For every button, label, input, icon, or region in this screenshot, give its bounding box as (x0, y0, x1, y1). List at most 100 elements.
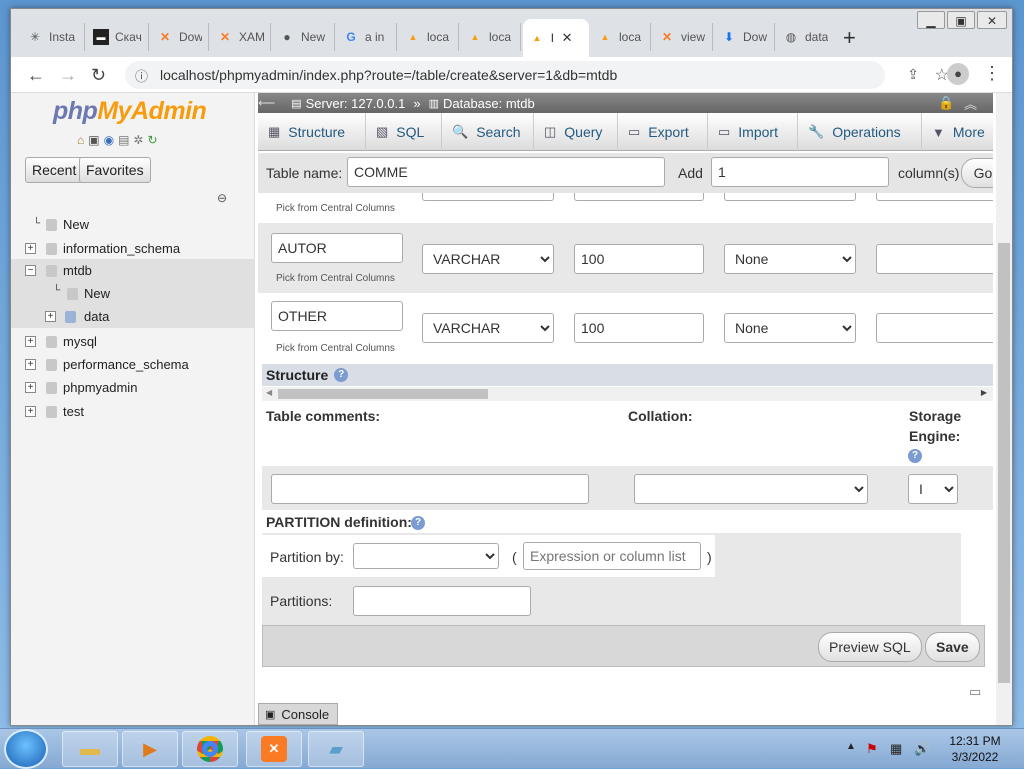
tree-item-mysql[interactable]: + mysql (11, 330, 255, 353)
add-columns-input[interactable] (711, 157, 889, 187)
column-length-input[interactable] (574, 244, 704, 274)
expand-icon[interactable]: + (25, 359, 36, 370)
reload-icon[interactable]: ↻ (147, 133, 157, 147)
tree-item-mtdb[interactable]: − mtdb (11, 259, 255, 282)
tab-query[interactable]: ◫ Query (534, 113, 618, 151)
tree-item-performance-schema[interactable]: + performance_schema (11, 353, 255, 376)
show-hidden-icons[interactable]: ▲ (846, 741, 856, 752)
explorer-taskbar-button[interactable]: ▬ (62, 731, 118, 767)
expand-icon[interactable]: + (25, 243, 36, 254)
browser-tab[interactable]: ● New (273, 23, 335, 51)
expand-icon[interactable]: + (25, 382, 36, 393)
browser-tab[interactable]: ▲ loca (461, 23, 521, 51)
partition-by-select[interactable] (353, 543, 499, 569)
browser-tab[interactable]: ✳ Insta (21, 23, 85, 51)
lock-icon[interactable]: 🔒 (938, 95, 954, 111)
chrome-taskbar-button[interactable] (182, 731, 238, 767)
system-clock[interactable]: 12:31 PM 3/3/2022 (940, 733, 1010, 765)
console-toggle[interactable]: ▣ Console (258, 703, 338, 725)
tab-export[interactable]: ▭ Export (618, 113, 708, 151)
browser-tab[interactable]: ▲ loca (591, 23, 651, 51)
column-collation-select[interactable] (876, 244, 993, 274)
column-default-select[interactable]: None (724, 313, 856, 343)
collapse-nav-icon[interactable]: ⟵ (258, 96, 275, 110)
forward-icon[interactable]: → (59, 65, 77, 86)
scroll-left-icon[interactable]: ◀ (266, 388, 272, 397)
help-icon[interactable]: ? (334, 368, 349, 382)
column-type-select[interactable]: VARCHAR (422, 313, 554, 343)
column-collation-select[interactable] (876, 313, 993, 343)
column-length-input[interactable] (574, 313, 704, 343)
new-tab-button[interactable]: + (843, 25, 856, 51)
browser-tab[interactable]: ⬇ Dow (715, 23, 775, 51)
pick-from-central-link[interactable]: Pick from Central Columns (276, 273, 395, 284)
action-center-icon[interactable]: ⚑ (866, 741, 878, 757)
table-name-input[interactable] (347, 157, 665, 187)
partition-expression-input[interactable] (523, 542, 701, 570)
browser-tab[interactable]: Ga in (337, 23, 397, 51)
horizontal-scrollbar[interactable]: ◀ ▶ (262, 387, 993, 401)
home-icon[interactable]: ⌂ (77, 133, 84, 147)
storage-engine-select[interactable]: I (908, 474, 958, 504)
scrollbar-thumb[interactable] (278, 389, 488, 399)
tab-sql[interactable]: ▧ SQL (366, 113, 442, 151)
browser-tab[interactable]: ✕ XAM (211, 23, 271, 51)
page-settings-icon[interactable]: ▭ (969, 684, 981, 700)
tab-operations[interactable]: 🔧 Operations (798, 113, 922, 151)
favorites-button[interactable]: Favorites (79, 157, 151, 183)
column-type-select[interactable]: VARCHAR (422, 244, 554, 274)
url-bar[interactable]: ⓘ localhost/phpmyadmin/index.php?route=/… (125, 61, 949, 89)
recent-button[interactable]: Recent (25, 157, 84, 183)
column-name-input[interactable] (271, 301, 403, 331)
reload-icon[interactable]: ↻ (91, 65, 106, 86)
tab-more[interactable]: ▼ More (922, 113, 993, 151)
vertical-scrollbar[interactable] (996, 93, 1012, 725)
link-icon[interactable]: ⊖ (217, 191, 227, 205)
save-button[interactable]: Save (925, 632, 980, 662)
tree-item-data[interactable]: + data (11, 305, 255, 328)
menu-kebab-icon[interactable]: ⋮ (983, 63, 1001, 84)
tab-search[interactable]: 🔍 Search (442, 113, 534, 151)
site-info-icon[interactable]: ⓘ (135, 66, 148, 85)
collapse-top-icon[interactable]: ︽ (964, 94, 977, 113)
tab-structure[interactable]: ▦ Structure (258, 113, 366, 151)
collation-select[interactable] (634, 474, 868, 504)
browser-tab-active[interactable]: ▲ l ✕ (523, 19, 589, 57)
go-button[interactable]: Go (961, 158, 993, 188)
tree-item-information-schema[interactable]: + information_schema (11, 237, 255, 260)
media-player-taskbar-button[interactable]: ▶ (122, 731, 178, 767)
tree-item-phpmyadmin[interactable]: + phpmyadmin (11, 376, 255, 399)
volume-icon[interactable]: 🔊 (914, 741, 930, 757)
pick-from-central-link[interactable]: Pick from Central Columns (276, 343, 395, 354)
partitions-input[interactable] (353, 586, 531, 616)
expand-icon[interactable]: + (25, 406, 36, 417)
share-icon[interactable]: ⇪ (907, 66, 919, 83)
expand-icon[interactable]: + (25, 336, 36, 347)
expand-icon[interactable]: + (45, 311, 56, 322)
tree-item-new[interactable]: └ New (11, 213, 255, 236)
browser-tab[interactable]: ◍ data (777, 23, 837, 51)
help-icon[interactable]: ? (411, 516, 425, 530)
back-icon[interactable]: ← (27, 65, 45, 86)
network-icon[interactable]: ▦ (890, 741, 902, 757)
browser-tab[interactable]: ✕ Dow (151, 23, 209, 51)
minimize-button[interactable]: ▁ (917, 11, 945, 29)
browser-tab[interactable]: ▲ loca (399, 23, 459, 51)
profile-avatar[interactable]: ● (947, 63, 969, 85)
start-button[interactable] (4, 729, 48, 769)
notepad-taskbar-button[interactable]: ▰ (308, 731, 364, 767)
preview-sql-button[interactable]: Preview SQL (818, 632, 922, 662)
table-comments-input[interactable] (271, 474, 589, 504)
xampp-taskbar-button[interactable]: ✕ (246, 731, 302, 767)
help-icon[interactable]: ◉ (104, 133, 114, 147)
maximize-button[interactable]: ▣ (947, 11, 975, 29)
column-default-select[interactable]: None (724, 244, 856, 274)
settings-icon[interactable]: ✲ (133, 133, 143, 147)
collapse-icon[interactable]: − (25, 265, 36, 276)
close-window-button[interactable]: ✕ (977, 11, 1007, 29)
scroll-right-icon[interactable]: ▶ (981, 388, 987, 397)
breadcrumb-database[interactable]: Database: mtdb (443, 96, 535, 111)
browser-tab[interactable]: ✕ view (653, 23, 713, 51)
logout-icon[interactable]: ▣ (88, 133, 99, 147)
scrollbar-thumb[interactable] (998, 243, 1010, 683)
